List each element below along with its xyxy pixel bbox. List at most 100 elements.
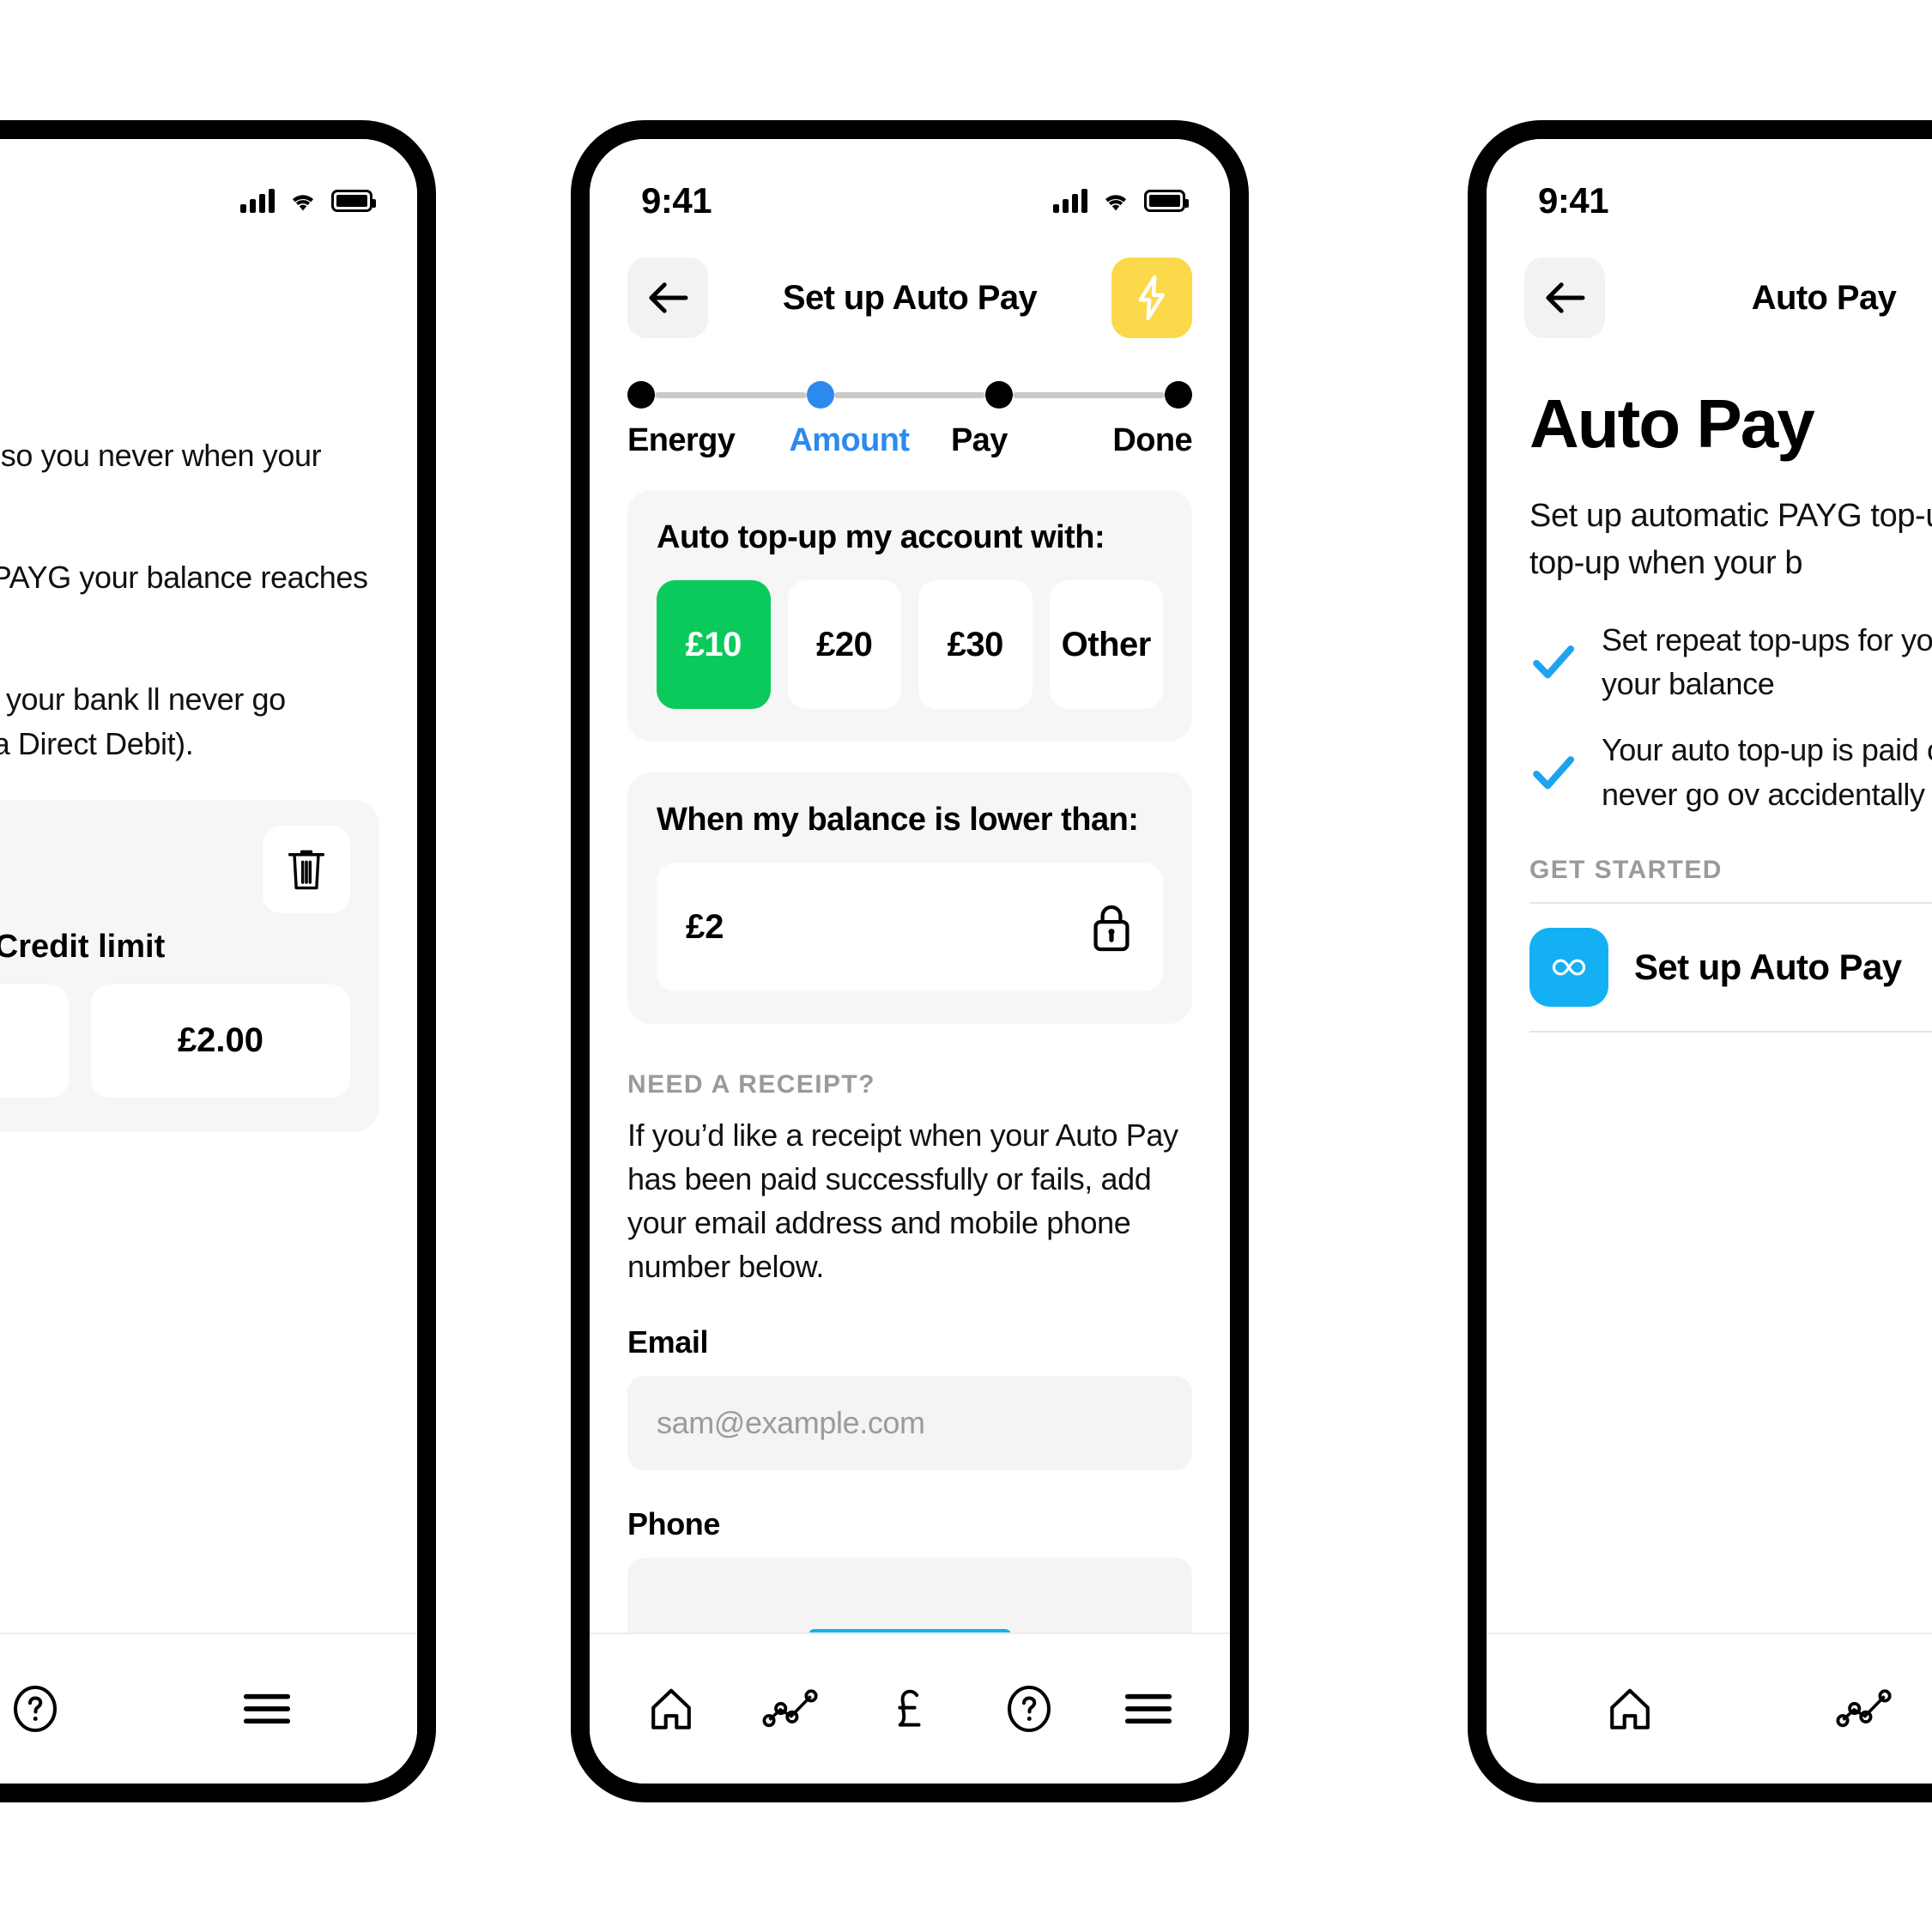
step-label-done: Done	[1112, 422, 1193, 458]
tab-usage[interactable]	[744, 1662, 837, 1755]
receipt-body-text: If you’d like a receipt when your Auto P…	[627, 1117, 1178, 1285]
screenshot-canvas: Auto Pay c PAYG top-ups so you never whe…	[0, 0, 1932, 1932]
center-content: Auto top-up my account with: £10 £20 £30…	[590, 490, 1230, 1653]
lightning-bolt-icon	[1138, 275, 1165, 321]
trash-icon	[288, 850, 325, 889]
bullet-item: Set repeat top-ups for yo meter when you…	[1529, 618, 1932, 706]
get-started-eyebrow: GET STARTED	[1529, 855, 1723, 884]
home-icon	[651, 1688, 692, 1729]
battery-icon	[1144, 190, 1189, 212]
credit-limit-field-right[interactable]: £2.00	[91, 984, 350, 1098]
list-item-label: Set up Auto Pay	[1634, 946, 1902, 987]
tab-home[interactable]	[1590, 1662, 1669, 1755]
cellular-bars-icon	[1053, 189, 1087, 213]
right-status-bar: 9:41	[1487, 139, 1932, 233]
cellular-bars-icon	[240, 189, 275, 213]
right-tab-bar	[1487, 1632, 1932, 1784]
topup-amount-card: Auto top-up my account with: £10 £20 £30…	[627, 490, 1192, 742]
step-dot-pay[interactable]	[985, 381, 1014, 409]
right-status-time: 9:41	[1538, 180, 1609, 221]
credit-limit-card: Credit limit £2.00	[0, 799, 379, 1132]
balance-threshold-input[interactable]: £2	[657, 863, 1163, 991]
usage-graph-icon	[1836, 1689, 1892, 1728]
tab-menu[interactable]	[1102, 1662, 1195, 1755]
get-started-list: Set up Auto Pay	[1529, 901, 1932, 1033]
stepper-segment-2	[833, 391, 986, 398]
setup-stepper: Energy Amount Pay Done	[590, 347, 1230, 459]
wifi-icon	[1105, 195, 1127, 211]
center-status-icons	[1053, 189, 1189, 213]
amount-option-other[interactable]: Other	[1049, 580, 1163, 709]
check-icon	[1533, 755, 1575, 789]
email-label: Email	[627, 1324, 709, 1360]
right-page-title: Auto Pay	[1751, 278, 1897, 317]
right-nav-bar: Auto Pay	[1487, 233, 1932, 347]
left-status-icons	[240, 189, 376, 213]
center-status-time: 9:41	[641, 180, 712, 221]
amount-option-30[interactable]: £30	[918, 580, 1033, 709]
right-content: Auto Pay Set up automatic PAYG top-u for…	[1487, 347, 1932, 1033]
email-placeholder: sam@example.com	[657, 1405, 925, 1441]
bullet-text: Your auto top-up is paid card, so you’ll…	[1602, 732, 1932, 812]
stepper-track	[627, 381, 1193, 409]
step-dot-done[interactable]	[1165, 381, 1193, 409]
credit-limit-card-header	[0, 825, 350, 913]
phone-center: 9:41 Set up Auto Pay Energy Amount Pay D…	[571, 120, 1249, 1802]
stepper-segment-1	[655, 391, 807, 398]
infinity-badge	[1529, 927, 1608, 1007]
back-button[interactable]	[1524, 257, 1605, 338]
home-icon	[1609, 1688, 1650, 1729]
right-bullet-list: Set repeat top-ups for yo meter when you…	[1529, 618, 1932, 815]
amount-option-10[interactable]: £10	[657, 580, 771, 709]
back-arrow-icon	[649, 282, 688, 313]
balance-threshold-card: When my balance is lower than: £2	[627, 772, 1192, 1024]
phone-left: Auto Pay c PAYG top-ups so you never whe…	[0, 120, 436, 1802]
check-icon	[1533, 645, 1575, 679]
right-heading: Auto Pay	[1529, 385, 1815, 462]
lock-icon	[1093, 905, 1130, 952]
topup-amount-title: Auto top-up my account with:	[657, 519, 1105, 555]
amount-option-20[interactable]: £20	[787, 580, 901, 709]
stepper-labels: Energy Amount Pay Done	[627, 422, 1193, 459]
wifi-icon	[292, 195, 314, 211]
delete-button[interactable]	[263, 825, 350, 913]
step-label-amount: Amount	[789, 422, 910, 458]
step-dot-energy[interactable]	[627, 381, 655, 409]
list-item-setup-auto-pay[interactable]: Set up Auto Pay	[1529, 904, 1932, 1033]
step-label-energy: Energy	[627, 422, 736, 458]
phone-right: 9:41 Auto Pay Auto Pay Set up automatic …	[1468, 120, 1932, 1802]
balance-threshold-title: When my balance is lower than:	[657, 802, 1139, 838]
center-page-title: Set up Auto Pay	[782, 278, 1038, 317]
tab-help[interactable]	[983, 1662, 1075, 1755]
topup-amount-options: £10 £20 £30 Other	[657, 580, 1163, 709]
phone-label: Phone	[627, 1506, 721, 1542]
center-nav-bar: Set up Auto Pay	[590, 233, 1230, 347]
credit-limit-fields: £2.00	[0, 984, 350, 1098]
credit-limit-field-left[interactable]	[0, 984, 69, 1098]
left-paragraph-2: op-ups for your PAYG your balance reache…	[0, 560, 368, 596]
left-screen: Auto Pay c PAYG top-ups so you never whe…	[0, 139, 417, 1784]
usage-graph-icon	[762, 1689, 818, 1728]
center-status-bar: 9:41	[590, 139, 1230, 233]
hamburger-icon	[243, 1693, 291, 1724]
tab-home[interactable]	[625, 1662, 718, 1755]
left-content: c PAYG top-ups so you never when your ba…	[0, 433, 417, 1132]
bullet-item: Your auto top-up is paid card, so you’ll…	[1529, 728, 1932, 815]
bullet-text: Set repeat top-ups for yo meter when you…	[1602, 622, 1932, 702]
left-page-title: Auto Pay	[0, 233, 417, 296]
balance-threshold-value: £2	[686, 907, 724, 946]
tab-help[interactable]	[0, 1662, 74, 1755]
left-tab-bar	[0, 1632, 417, 1784]
tab-usage[interactable]	[1824, 1662, 1904, 1755]
left-status-bar	[0, 139, 417, 233]
battery-icon	[331, 190, 376, 212]
back-arrow-icon	[1546, 282, 1585, 313]
email-field[interactable]: sam@example.com	[627, 1376, 1192, 1471]
tab-menu[interactable]	[228, 1662, 306, 1755]
stepper-segment-3	[1013, 391, 1166, 398]
left-paragraph-1: c PAYG top-ups so you never when your ba…	[0, 438, 322, 473]
step-dot-amount[interactable]	[806, 381, 834, 409]
tab-pay[interactable]	[863, 1662, 956, 1755]
back-button[interactable]	[627, 257, 708, 338]
boost-button[interactable]	[1111, 257, 1192, 338]
